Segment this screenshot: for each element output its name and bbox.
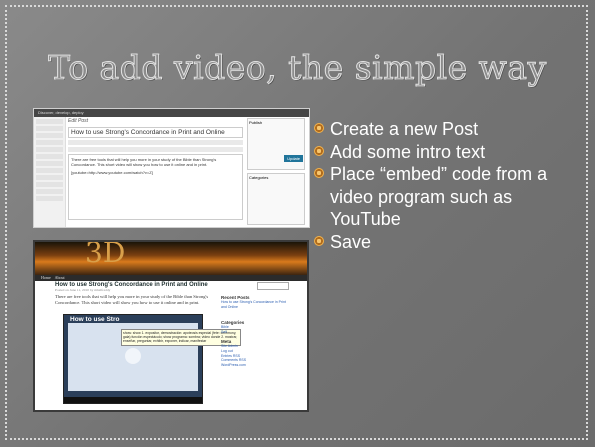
video-controls [64,397,202,403]
editor-screenshot: Discover, develop, deploy Edit Post How … [33,108,310,228]
bullet-text: Place “embed” code from a video program … [330,164,548,229]
bullet-item: Add some intro text [313,141,583,164]
bullet-text: Add some intro text [330,141,486,162]
editor-toolbar [68,140,243,145]
blog-nav-about: About [54,275,65,280]
bullet-icon [314,235,324,246]
meta-link-wordpress: WordPress.com [221,362,246,367]
blog-search-button [257,282,289,290]
blog-nav: Home About [35,275,307,281]
recent-post-link: How to use Strong's Concordance in Print… [221,300,286,309]
blog-post-text: There are free tools that will help you … [55,294,209,305]
editor-categories-box: Categories [247,173,305,225]
bullet-item: Place “embed” code from a video program … [313,163,583,231]
editor-embed-text: [youtube=http://www.youtube.com/watch?v=… [71,170,153,175]
embedded-video: How to use Stro [63,314,203,404]
editor-admin-sidebar [34,117,66,227]
editor-toolbar-2 [68,147,243,152]
bullet-item: Save [313,231,583,254]
blog-screenshot: 3D Home About How to use Strong's Concor… [33,240,309,412]
editor-main: Edit Post How to use Strong's Concordanc… [68,118,243,226]
editor-page-heading: Edit Post [68,118,89,124]
blog-header-banner: 3D [35,242,307,275]
bullet-list: Create a new Post Add some intro text Pl… [313,118,583,253]
editor-publish-heading: Publish [249,120,263,125]
video-title: How to use Stro [70,316,120,323]
bullet-item: Create a new Post [313,118,583,141]
editor-content-area: There are free tools that will help you … [68,154,243,220]
category-link-self: Self [221,329,228,334]
slide: To add video, the simple way Discover, d… [0,0,595,447]
editor-right-panel: Publish Update Categories [247,118,305,225]
editor-admin-bar: Discover, develop, deploy [34,109,309,117]
bullet-icon [314,145,324,156]
bullet-icon [314,123,324,133]
slide-title: To add video, the simple way [48,48,547,88]
bullet-text: Create a new Post [330,119,479,139]
editor-body-text: There are free tools that will help you … [71,157,217,167]
editor-update-button: Update [284,155,303,162]
blog-nav-home: Home [41,275,51,280]
editor-categories-heading: Categories [249,175,269,180]
blog-sidebar: Recent Posts How to use Strong's Concord… [221,282,289,367]
editor-post-title: How to use Strong's Concordance in Print… [68,127,243,138]
bullet-icon [314,168,324,178]
blog-logo: 3D [85,240,126,269]
editor-publish-box: Publish Update [247,118,305,170]
bullet-text: Save [330,231,372,252]
play-icon [125,348,141,364]
